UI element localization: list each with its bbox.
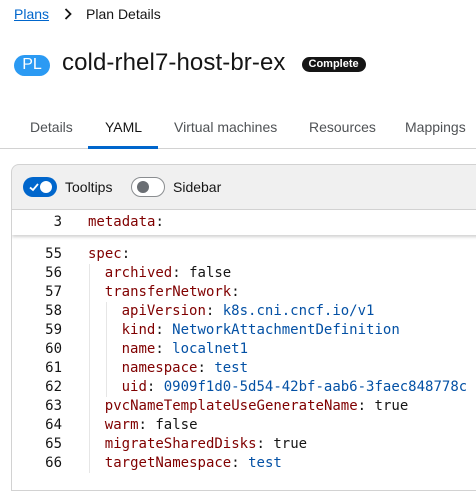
code-line: spec: [88, 246, 131, 262]
line-number: 66 [45, 455, 62, 471]
status-badge: Complete [301, 56, 366, 72]
line-number: 63 [45, 398, 62, 414]
code-line: migrateSharedDisks: true [104, 436, 308, 452]
line-number: 64 [45, 417, 62, 433]
active-tab-indicator [88, 146, 158, 149]
line-number: 57 [45, 284, 62, 300]
tab-bar: Details YAML Virtual machines Resources … [0, 108, 476, 149]
line-number: 61 [45, 360, 62, 376]
tab-resources[interactable]: Resources [309, 108, 376, 146]
code-line: targetNamespace: test [104, 455, 282, 471]
sidebar-label: Sidebar [173, 179, 222, 195]
line-number: 62 [45, 379, 62, 395]
chevron-right-icon [62, 8, 74, 20]
code-line: metadata: [88, 214, 164, 230]
code-line: namespace: test [121, 360, 249, 376]
code-line: transferNetwork: [104, 284, 240, 300]
tab-mappings[interactable]: Mappings [405, 108, 466, 146]
line-number: 3 [53, 214, 62, 230]
yaml-editor[interactable]: 3 metadata: 54 uid: 3fc995d0-0f68-438b-b… [11, 209, 476, 491]
editor-toolbar: Tooltips Sidebar [11, 164, 476, 210]
code-line: archived: false [104, 265, 232, 281]
check-icon [29, 183, 39, 192]
code-line: kind: NetworkAttachmentDefinition [121, 322, 400, 338]
breadcrumb-plans-link[interactable]: Plans [14, 6, 49, 22]
code-line: apiVersion: k8s.cni.cncf.io/v1 [121, 303, 375, 319]
sticky-scroll-header[interactable]: 3 metadata: [12, 210, 476, 235]
tooltips-toggle[interactable] [23, 177, 57, 197]
code-line: name: localnet1 [121, 341, 249, 357]
code-line: warm: false [104, 417, 198, 433]
toggle-knob [40, 181, 52, 193]
line-number: 65 [45, 436, 62, 452]
line-number: 56 [45, 265, 62, 281]
tooltips-label: Tooltips [65, 179, 113, 195]
line-number: 59 [45, 322, 62, 338]
toggle-knob [137, 181, 149, 193]
tab-details[interactable]: Details [30, 108, 73, 146]
code-line: pvcNameTemplateUseGenerateName: true [104, 398, 409, 414]
breadcrumb: Plans Plan Details [14, 5, 161, 23]
line-number: 58 [45, 303, 62, 319]
indent-guide [105, 302, 107, 397]
tab-virtual-machines[interactable]: Virtual machines [174, 108, 277, 146]
page-header: PL cold-rhel7-host-br-ex Complete [14, 46, 366, 80]
code-line: uid: 0909f1d0-5d54-42bf-aab6-3faec848778… [121, 379, 468, 395]
line-number: 60 [45, 341, 62, 357]
line-number: 55 [45, 246, 62, 262]
sidebar-toggle[interactable] [131, 177, 165, 197]
resource-type-badge: PL [14, 54, 50, 76]
indent-guide [89, 264, 90, 473]
page-title: cold-rhel7-host-br-ex [62, 49, 286, 76]
tab-yaml[interactable]: YAML [105, 108, 142, 146]
breadcrumb-current: Plan Details [86, 6, 161, 22]
